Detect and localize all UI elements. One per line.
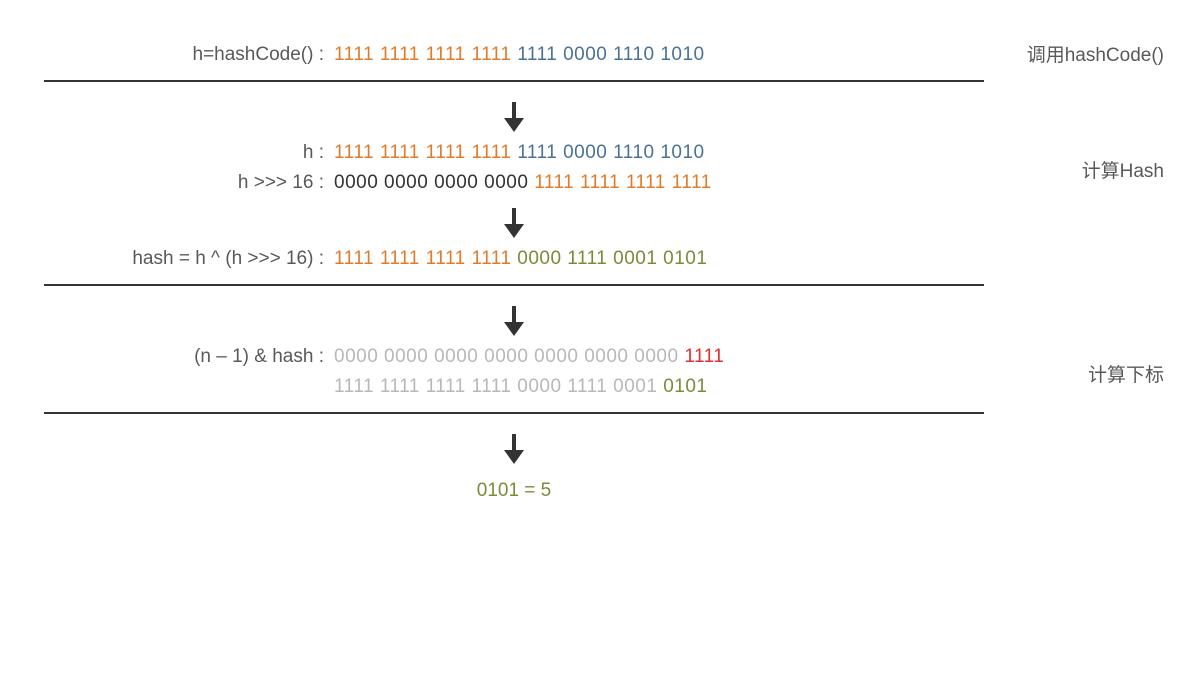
step1-row: h=hashCode() : 1111 1111 1111 1111 1111 … (24, 40, 1174, 70)
step2-h-label: h : (24, 142, 334, 164)
arrow-3 (44, 296, 984, 342)
step2-h-bits: 1111 1111 1111 1111 1111 0000 1110 1010 (334, 142, 705, 164)
result-text: 0101 = 5 (477, 480, 552, 501)
result-row: 0101 = 5 (44, 470, 984, 502)
hash-diagram: h=hashCode() : 1111 1111 1111 1111 1111 … (24, 40, 1174, 502)
step2-shift-bits-lo: 1111 1111 1111 1111 (534, 172, 712, 193)
step4-hash-bits: 1111 1111 1111 1111 0000 1111 0001 0101 (334, 376, 707, 398)
step2-h-bits-lo: 1111 0000 1110 1010 (517, 142, 704, 163)
step2-side: 计算Hash (1082, 156, 1164, 183)
step4-n1-row: (n – 1) & hash : 0000 0000 0000 0000 000… (24, 342, 1174, 372)
step4-side: 计算下标 (1088, 360, 1164, 387)
arrow-down-icon (512, 208, 516, 228)
step3-bits-lo: 0000 1111 0001 0101 (517, 248, 707, 269)
step2-h-bits-hi: 1111 1111 1111 1111 (334, 142, 517, 163)
arrow-down-icon (512, 434, 516, 454)
arrow-1 (44, 92, 984, 138)
step3-bits-hi: 1111 1111 1111 1111 (334, 248, 517, 269)
step4-hash-olive: 0101 (663, 376, 707, 397)
step2-block: h : 1111 1111 1111 1111 1111 0000 1110 1… (24, 138, 1174, 198)
divider-3 (44, 412, 984, 414)
arrow-down-icon (512, 102, 516, 122)
step4-hash-gray: 1111 1111 1111 1111 0000 1111 0001 (334, 376, 663, 397)
step4-n1-red: 1111 (684, 346, 724, 367)
step4-block: (n – 1) & hash : 0000 0000 0000 0000 000… (24, 342, 1174, 402)
step2-shift-label: h >>> 16 : (24, 172, 334, 194)
step2-shift-bits-hi: 0000 0000 0000 0000 (334, 172, 534, 193)
step2-shift-row: h >>> 16 : 0000 0000 0000 0000 1111 1111… (24, 168, 1174, 198)
step1-bits-hi: 1111 1111 1111 1111 (334, 44, 517, 65)
divider-1 (44, 80, 984, 82)
step4-hash-row: 1111 1111 1111 1111 0000 1111 0001 0101 (24, 372, 1174, 402)
step2-h-row: h : 1111 1111 1111 1111 1111 0000 1110 1… (24, 138, 1174, 168)
step1-bits-lo: 1111 0000 1110 1010 (517, 44, 704, 65)
step1-label: h=hashCode() : (24, 44, 334, 66)
step3-label: hash = h ^ (h >>> 16) : (24, 248, 334, 270)
step4-n1-gray: 0000 0000 0000 0000 0000 0000 0000 (334, 346, 684, 367)
step4-label: (n – 1) & hash : (24, 346, 334, 368)
arrow-4 (44, 424, 984, 470)
step4-n1-bits: 0000 0000 0000 0000 0000 0000 0000 1111 (334, 346, 724, 368)
step3-bits: 1111 1111 1111 1111 0000 1111 0001 0101 (334, 248, 707, 270)
step2-shift-bits: 0000 0000 0000 0000 1111 1111 1111 1111 (334, 172, 712, 194)
divider-2 (44, 284, 984, 286)
arrow-down-icon (512, 306, 516, 326)
step3-row: hash = h ^ (h >>> 16) : 1111 1111 1111 1… (24, 244, 1174, 274)
arrow-2 (44, 198, 984, 244)
step1-side: 调用hashCode() (1027, 40, 1164, 67)
step1-bits: 1111 1111 1111 1111 1111 0000 1110 1010 (334, 44, 705, 66)
